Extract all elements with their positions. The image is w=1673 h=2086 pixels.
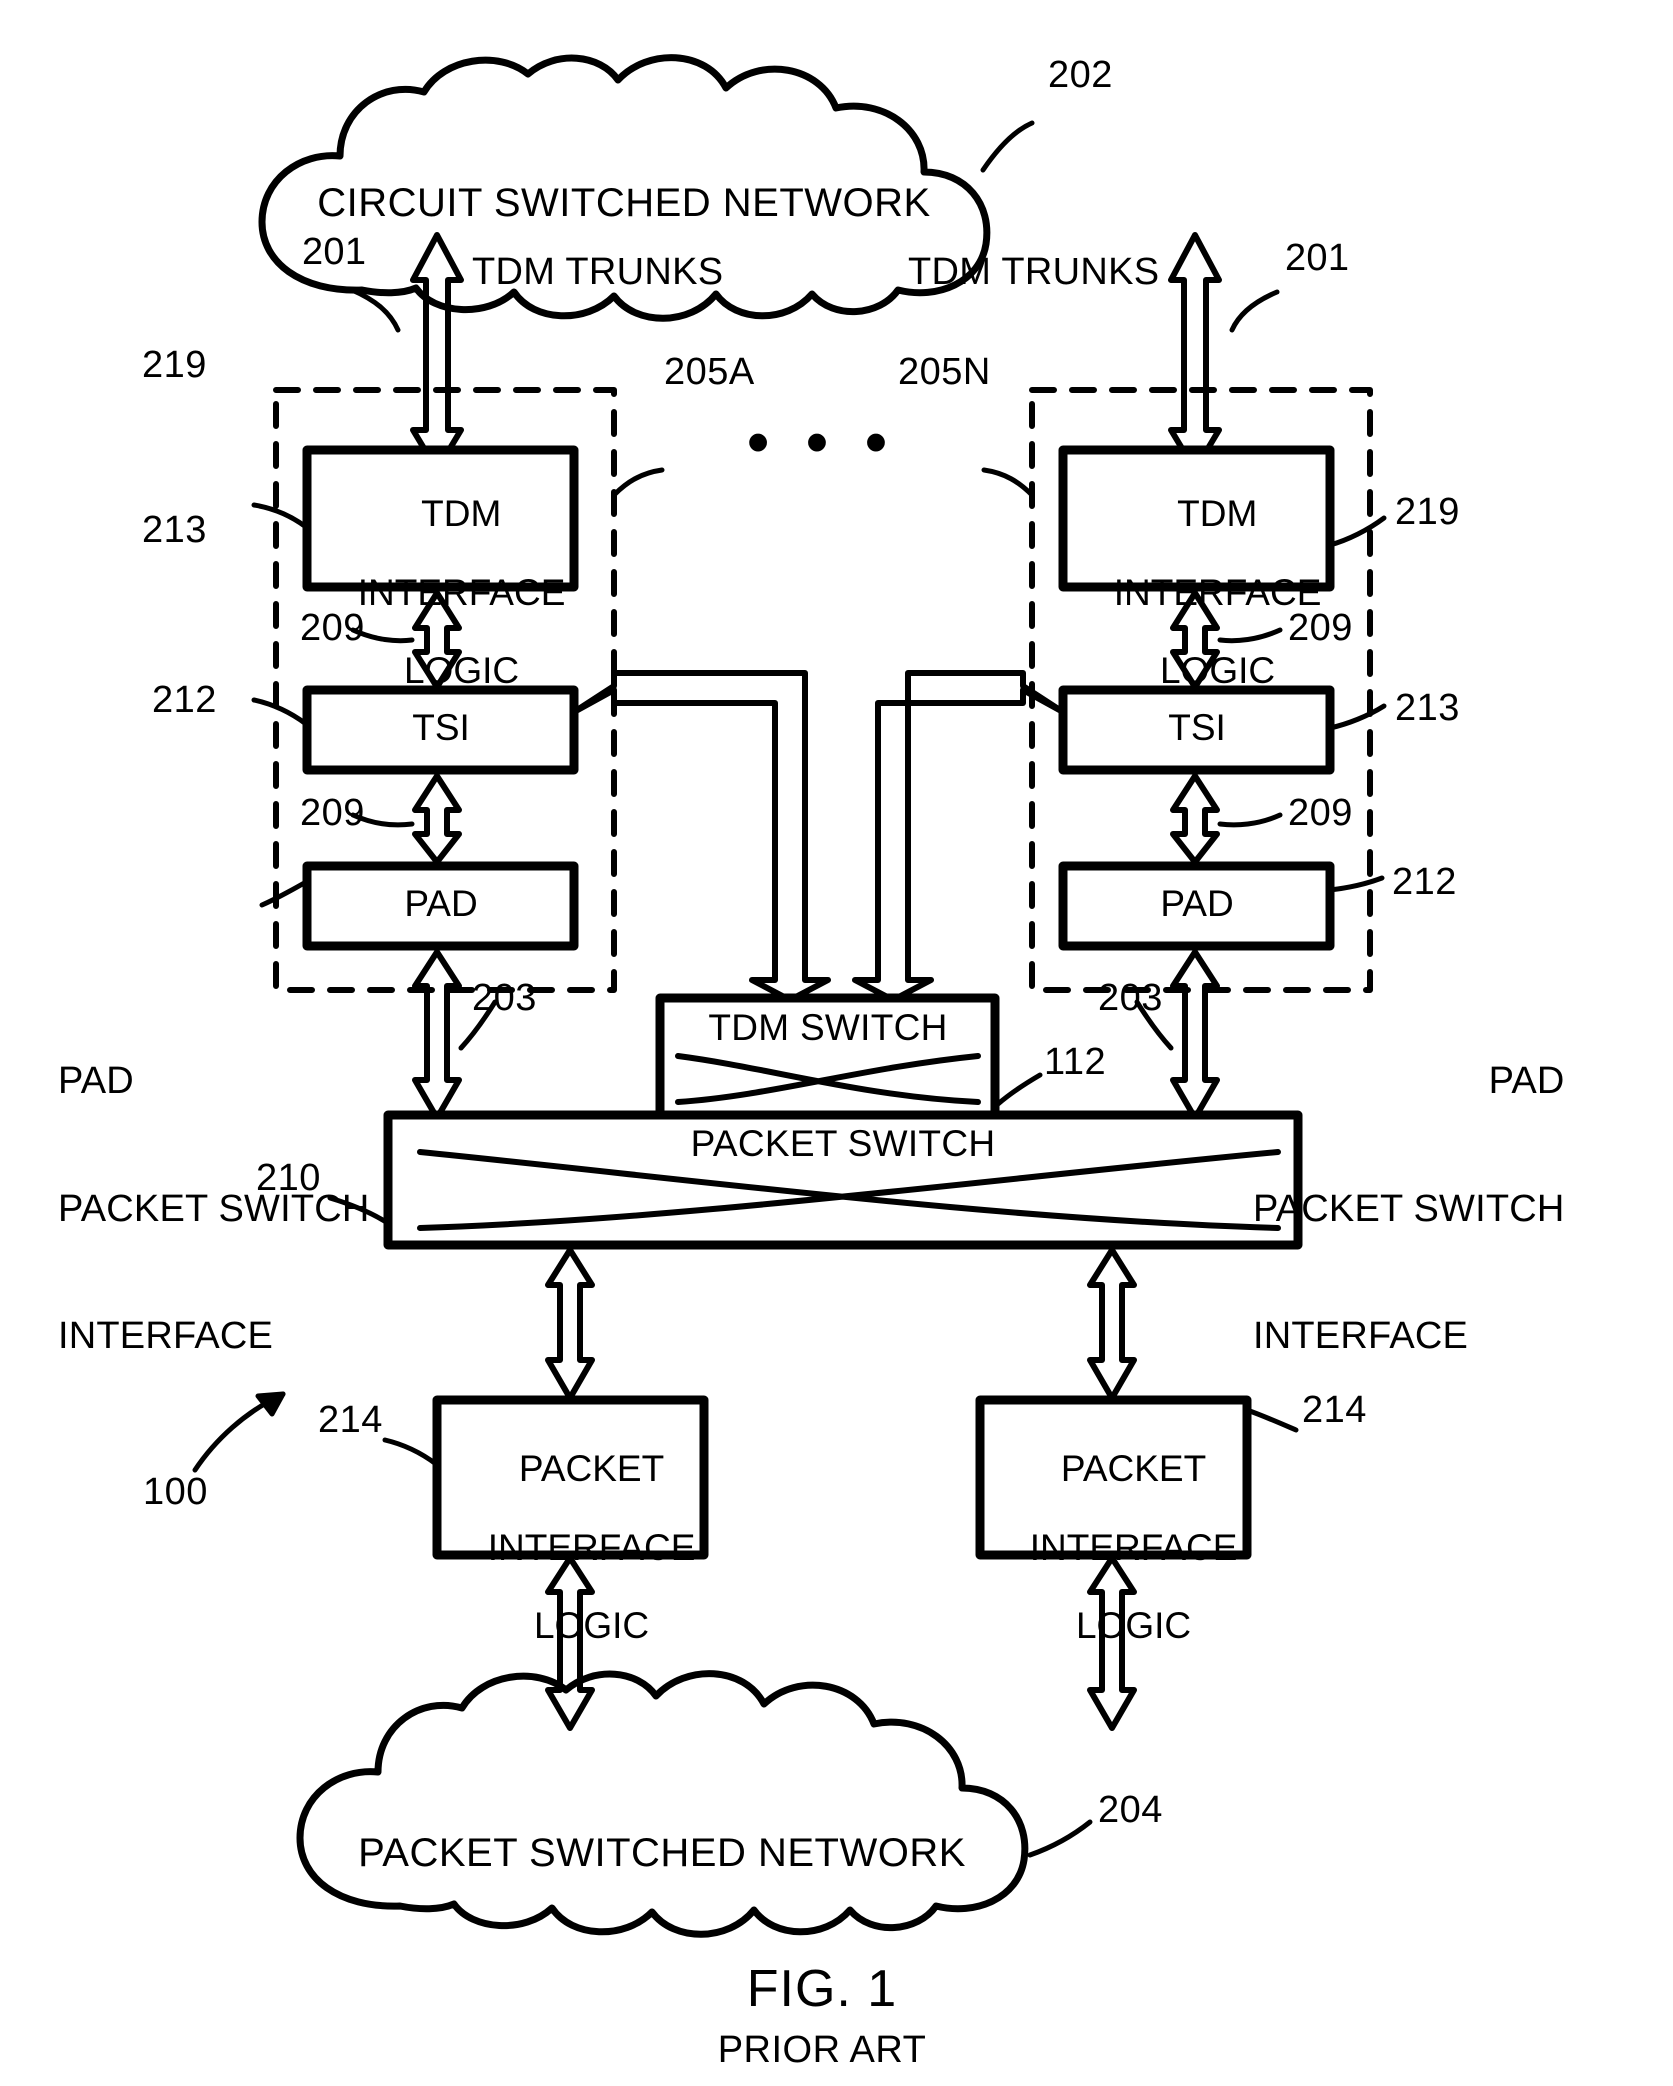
ref-205n-label: 205N [898,351,991,393]
pad-n-label: PAD [1160,883,1234,924]
pad-packet-switch-interface-left: PAD PACKET SWITCH INTERFACE [58,975,370,1443]
ref-203-left-label: 203 [472,977,537,1019]
pad-ps-if-left-line3: INTERFACE [58,1315,274,1358]
ref-204-leader [1027,1819,1093,1858]
ref-219-right-label: 219 [1395,491,1460,533]
tdm-interface-logic-n-label: TDM INTERFACE LOGIC [1047,455,1347,730]
ref-112-leader [995,1072,1043,1107]
ref-205a-label: 205A [664,351,755,393]
ref-212-left-label: 212 [152,679,217,721]
link-209-n-lower-arrow [1170,773,1220,865]
tdm-if-n-line3: LOGIC [1159,650,1276,692]
pad-ps-if-right-line3: INTERFACE [1253,1315,1469,1358]
ref-203-right-label: 203 [1098,977,1163,1019]
ref-214-left-label: 214 [318,1399,383,1441]
ref-212-right-leader [1327,875,1385,893]
packet-switch-to-pil-left-arrow [545,1247,595,1401]
ref-212-right-label: 212 [1392,861,1457,903]
ref-100-label: 100 [143,1471,208,1513]
pad-ps-if-left-line1: PAD [58,1060,134,1103]
ref-213-left-label: 213 [142,509,207,551]
ref-210-label: 210 [256,1157,321,1199]
ref-204-label: 204 [1098,1789,1163,1831]
tdm-interface-logic-a-label: TDM INTERFACE LOGIC [291,455,591,730]
module-ellipsis: • • • [747,408,897,477]
pad-a-label: PAD [404,883,478,924]
ref-201-right-label: 201 [1285,237,1350,279]
tdm-if-n-line1: TDM [1177,493,1258,535]
ref-202-label: 202 [1048,54,1113,96]
pil-left-line2: INTERFACE [487,1526,696,1568]
packet-switch-label: PACKET SWITCH [690,1123,996,1164]
ref-201-left-label: 201 [302,231,367,273]
pil-right-line3: LOGIC [1075,1605,1192,1647]
tdm-if-a-line2: INTERFACE [357,571,566,613]
packet-switched-network-cloud-outline [296,1670,1029,1938]
ref-214-right-label: 214 [1302,1389,1367,1431]
tdm-trunk-arrow-left [410,232,464,473]
tsi-a-label: TSI [412,707,470,748]
tdm-trunk-arrow-right [1168,232,1222,473]
packet-interface-logic-left-label: PACKET INTERFACE LOGIC [421,1410,721,1685]
ref-212-left-leader [259,879,309,908]
ref-209-n-upper-label: 209 [1288,607,1353,649]
packet-interface-logic-right-label: PACKET INTERFACE LOGIC [963,1410,1263,1685]
tsi-n-label: TSI [1168,707,1226,748]
pad-ps-if-left-line2: PACKET SWITCH [58,1187,370,1230]
figure-subcaption: PRIOR ART [717,2029,927,2071]
pad-ps-if-right-line2: PACKET SWITCH [1253,1187,1565,1230]
ref-209-a-upper-label: 209 [300,607,365,649]
packet-switch-to-pil-right-arrow [1087,1247,1137,1401]
tdm-trunks-left-label: TDM TRUNKS [472,251,724,293]
ref-209-n-lower-leader [1217,812,1283,828]
tdm-trunks-right-label: TDM TRUNKS [908,251,1160,293]
pil-right-line1: PACKET [1060,1448,1207,1490]
ref-219-left-label: 219 [142,344,207,386]
ref-209-n-lower-label: 209 [1288,792,1353,834]
tdm-if-a-line3: LOGIC [403,650,520,692]
ref-202-leader [980,120,1035,173]
ref-112-label: 112 [1044,1041,1107,1083]
pil-left-line3: LOGIC [533,1605,650,1647]
packet-switched-network-label: PACKET SWITCHED NETWORK [358,1831,966,1875]
pad-ps-if-right-line1: PAD [1488,1060,1565,1103]
pil-left-line1: PACKET [518,1448,665,1490]
link-203-left-arrow [412,949,462,1121]
ref-209-a-lower-label: 209 [300,792,365,834]
ref-205n-leader [981,467,1035,498]
link-203-right-arrow [1170,949,1220,1121]
link-209-a-lower-arrow [412,773,462,865]
ref-201-right-leader [1229,289,1280,333]
figure-caption: FIG. 1 [746,1960,898,2018]
patent-figure-1: CIRCUIT SWITCHED NETWORK 202 201 TDM TRU… [0,0,1673,2086]
circuit-switched-network-label: CIRCUIT SWITCHED NETWORK [317,181,931,225]
tdm-switch-label: TDM SWITCH [708,1007,948,1048]
tdm-if-a-line1: TDM [421,493,502,535]
ref-205a-leader [611,467,665,498]
pad-packet-switch-interface-right: PAD PACKET SWITCH INTERFACE [1253,975,1565,1443]
ref-213-right-label: 213 [1395,687,1460,729]
pil-right-line2: INTERFACE [1029,1526,1238,1568]
